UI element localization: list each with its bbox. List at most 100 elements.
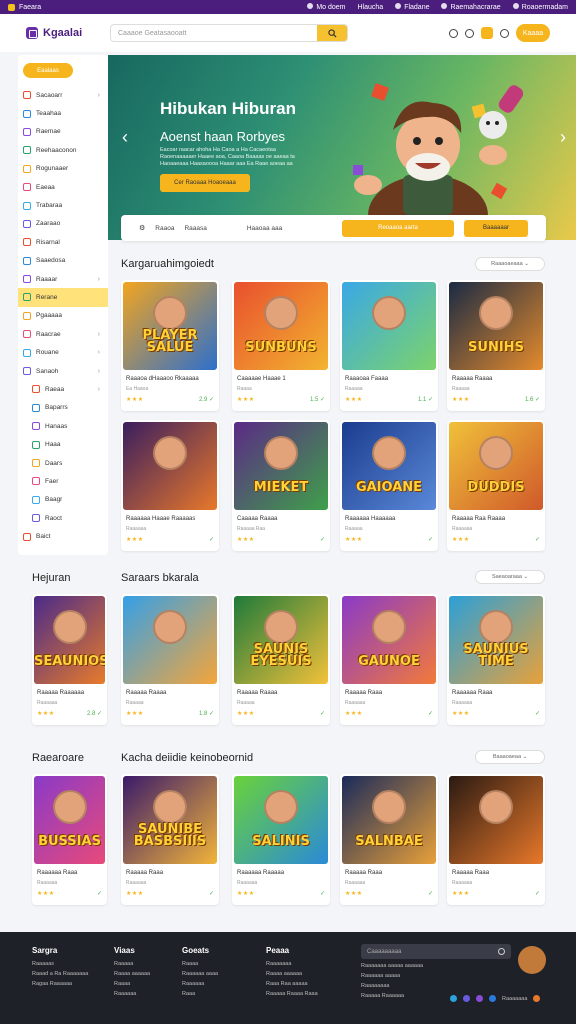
game-card[interactable]: Raaaaa Raaa Raaaaaa ★★★ ✓ [447, 774, 545, 905]
game-thumbnail[interactable]: SAUNIS EYESUIS [234, 596, 328, 684]
topbar-link-1[interactable]: Mo doem [307, 3, 346, 11]
filter-icon[interactable]: ⚙ [139, 224, 145, 232]
game-card[interactable]: Raaaoaa Faaaa Raaaaa ★★★ 1.1 ✓ [340, 280, 438, 411]
sidebar-item-9[interactable]: Risarnal [18, 233, 108, 251]
footer-search-input[interactable]: Caaaaaaaaa [361, 944, 511, 959]
footer-link[interactable]: Raaaaa [114, 961, 150, 967]
sidebar-item-21[interactable]: Daars [18, 454, 108, 472]
search-bar[interactable]: Caaaoe Geatasaooatt [110, 24, 348, 42]
sidebar-item-15[interactable]: Rouane › [18, 343, 108, 361]
site-logo[interactable]: Kgaalai [26, 27, 108, 39]
sidebar-item-22[interactable]: Faer [18, 472, 108, 490]
game-thumbnail[interactable]: GAIOANE [342, 422, 436, 510]
game-thumbnail[interactable]: SAUNIUS TIME [449, 596, 543, 684]
sidebar-item-19[interactable]: Hanaas [18, 417, 108, 435]
sidebar-item-24[interactable]: Raoct [18, 509, 108, 527]
game-thumbnail[interactable]: GAUNOE [342, 596, 436, 684]
header-action-button[interactable]: Kaaaa [516, 24, 550, 42]
footer-link[interactable]: Raaaa [182, 961, 218, 967]
game-card[interactable]: DUDDIS Raaaaa Raa Raaaa Raaaaaa ★★★ ✓ [447, 420, 545, 551]
footer-link[interactable]: Raaaaaaaa [361, 983, 423, 989]
hero-cta-button[interactable]: Cer Raoaaa Hoaoeaaa [160, 174, 250, 192]
sidebar-item-4[interactable]: Reehaaconon [18, 141, 108, 159]
footer-avatar[interactable] [518, 946, 546, 974]
sidebar-item-10[interactable]: Saaedosa [18, 252, 108, 270]
footer-link[interactable]: Raaaaa Raaaa Raaa [266, 991, 318, 997]
tab-1[interactable]: Raaoa [155, 225, 174, 232]
game-thumbnail[interactable] [123, 422, 217, 510]
search-button[interactable] [317, 25, 347, 41]
sort-dropdown-3[interactable]: Baaaoaeaa ⌄ [475, 750, 545, 764]
sidebar-item-16[interactable]: Sanaoh › [18, 362, 108, 380]
chat-icon[interactable] [449, 28, 458, 38]
yellow-action-button[interactable]: Reoaaoa aarta [342, 219, 454, 237]
game-card[interactable]: SUNIHS Raaaaa Raaaa Raaaaa ★★★ 1.6 ✓ [447, 280, 545, 411]
tab-2[interactable]: Raaasa [184, 225, 206, 232]
sidebar-item-3[interactable]: Raemae [18, 123, 108, 141]
topbar-link-2[interactable]: Hlaucha [358, 4, 384, 11]
tab-3[interactable]: Haaoaa aaa [247, 225, 282, 232]
footer-link[interactable]: Raaaa [114, 981, 150, 987]
footer-link[interactable]: Raaaa aaaaaa [266, 971, 318, 977]
footer-link[interactable]: Raaaaaaa aaaaa aaaaaa [361, 963, 423, 969]
sidebar-top-button[interactable]: Eaalaas [23, 63, 73, 78]
footer-link[interactable]: Ragaa Raaaaaa [32, 981, 88, 987]
search-input[interactable]: Caaaoe Geatasaooatt [111, 30, 317, 37]
topbar-link-5[interactable]: Roaoermadam [512, 3, 568, 11]
search-icon[interactable] [498, 948, 505, 955]
game-card[interactable]: SALINIS Raaaaaa Raaaaa Raaaaaa ★★★ ✓ [232, 774, 330, 905]
footer-link[interactable]: Raaad a Ra Raaaaaaa [32, 971, 88, 977]
notification-icon[interactable] [465, 28, 474, 38]
hero-next-arrow[interactable]: › [560, 127, 566, 148]
game-card[interactable]: BUSSIAS Raaaaaa Raaa Raaaaaa ★★★ ✓ [32, 774, 107, 905]
game-thumbnail[interactable]: BUSSIAS [34, 776, 105, 864]
footer-link[interactable]: Raaaaaa aaaa [182, 971, 218, 977]
footer-link[interactable]: Raaaaaa aaaaa [361, 973, 423, 979]
game-thumbnail[interactable]: SALINIS [234, 776, 328, 864]
sidebar-item-8[interactable]: Zaaraao [18, 215, 108, 233]
telegram-icon[interactable] [450, 995, 457, 1002]
coin-icon[interactable] [481, 27, 493, 39]
sidebar-item-5[interactable]: Rogunaaer [18, 160, 108, 178]
game-card[interactable]: PLAYER SALUE Raaaoa dHaaaoo Rkaaaaa Ea Haa… [121, 280, 219, 411]
instagram-icon[interactable] [476, 995, 483, 1002]
game-thumbnail[interactable]: SEAUNIOS [34, 596, 105, 684]
sidebar-item-17[interactable]: Raeaa › [18, 380, 108, 398]
game-thumbnail[interactable]: SUNIHS [449, 282, 543, 370]
sidebar-item-25[interactable]: Baict [18, 527, 108, 545]
game-card[interactable]: SAUNIBE BASBSIIIS Raaaaa Raaa Raaaaaa ★★★ ✓ [121, 774, 219, 905]
game-thumbnail[interactable] [342, 282, 436, 370]
game-card[interactable]: SUNBUNS Caaaaae Haaae 1 Raaaa ★★★ 1.5 ✓ [232, 280, 330, 411]
discord-icon[interactable] [463, 995, 470, 1002]
sidebar-item-13[interactable]: Pgaaaaa [18, 307, 108, 325]
footer-link[interactable]: Raaa Raa aaaaa [266, 981, 318, 987]
sidebar-item-20[interactable]: Haaa [18, 435, 108, 453]
sidebar-item-23[interactable]: Baagr [18, 491, 108, 509]
sidebar-item-1[interactable]: Sacaoarr › [18, 86, 108, 104]
game-card[interactable]: SAUNIS EYESUIS Raaaaa Raaaa Raaaaa ★★★ ✓ [232, 594, 330, 725]
game-thumbnail[interactable]: MIEKET [234, 422, 328, 510]
topbar-link-4[interactable]: Raemahacrarae [441, 3, 501, 11]
sidebar-item-14[interactable]: Raacrae › [18, 325, 108, 343]
footer-link[interactable]: Raaaa aaaaaa [114, 971, 150, 977]
footer-link[interactable]: Raaaaas [32, 961, 88, 967]
game-card[interactable]: SEAUNIOS Raaaaa Raaaaaa Raaaaaa ★★★ 2.8 ✓ [32, 594, 107, 725]
rss-icon[interactable] [533, 995, 541, 1002]
game-card[interactable]: GAIOANE Raaaaaa Haaaaaa Raaaaa ★★★ ✓ [340, 420, 438, 551]
sidebar-item-12[interactable]: Rerane [18, 288, 108, 307]
topbar-brand[interactable]: Faeara [19, 4, 41, 11]
topbar-link-3[interactable]: Fladane [395, 3, 429, 11]
sort-dropdown-1[interactable]: Raaaoaeaaa ⌄ [475, 257, 545, 271]
game-thumbnail[interactable] [123, 596, 217, 684]
sidebar-item-7[interactable]: Trabaraa [18, 196, 108, 214]
footer-link[interactable]: Raaaaaaa [266, 961, 318, 967]
sort-dropdown-2[interactable]: Saeaoaraaa ⌄ [475, 570, 545, 584]
game-thumbnail[interactable]: DUDDIS [449, 422, 543, 510]
game-thumbnail[interactable]: SAUNIBE BASBSIIIS [123, 776, 217, 864]
footer-link[interactable]: Raaaaaa [182, 981, 218, 987]
game-thumbnail[interactable]: PLAYER SALUE [123, 282, 217, 370]
sidebar-item-2[interactable]: Teaahaa [18, 104, 108, 122]
game-thumbnail[interactable]: SUNBUNS [234, 282, 328, 370]
game-card[interactable]: GAUNOE Raaaaa Raaa Raaaaaa ★★★ ✓ [340, 594, 438, 725]
footer-link[interactable]: Raaaaa Raaaaaa [361, 993, 423, 999]
